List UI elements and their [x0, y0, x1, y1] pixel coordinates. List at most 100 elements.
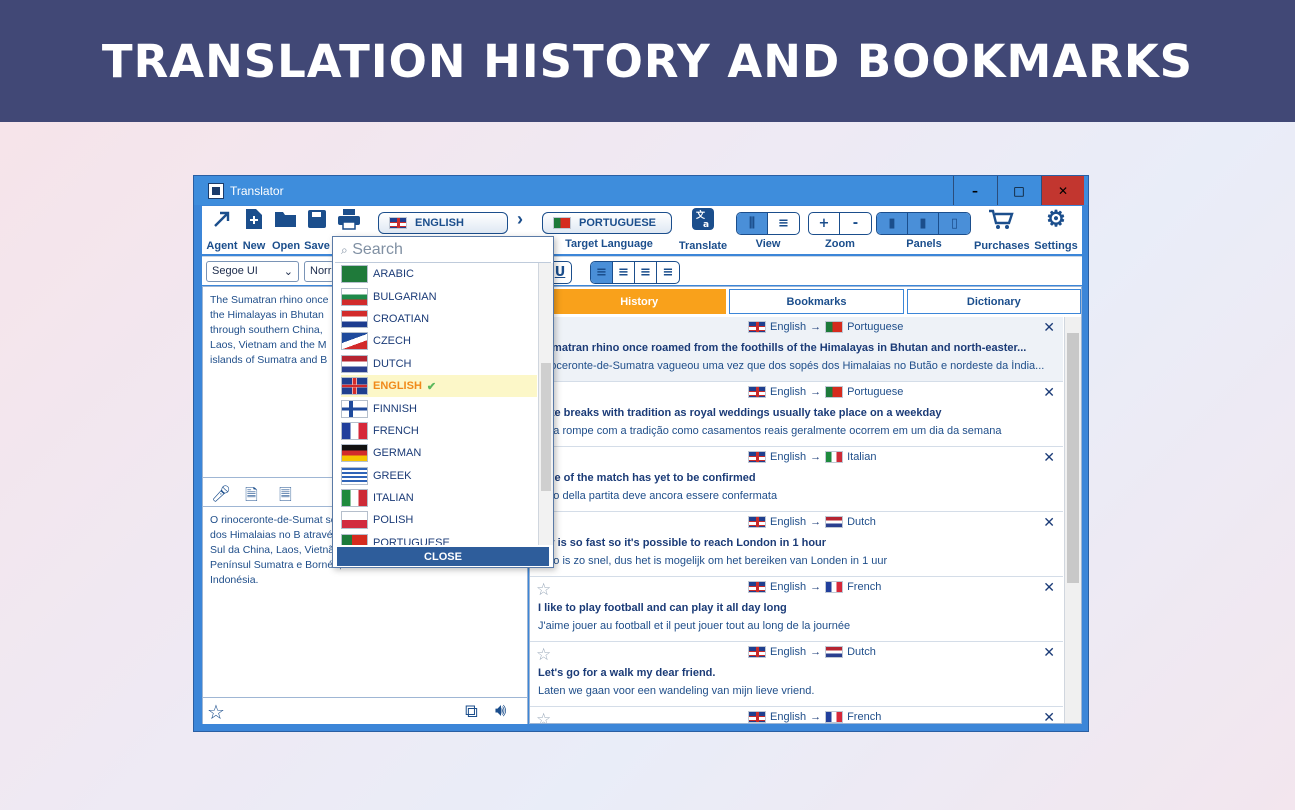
delete-icon[interactable]: ✕ — [1043, 579, 1055, 596]
alignment-group[interactable]: ≡ ≡ ≡ ≡ — [590, 261, 680, 284]
tab-dictionary[interactable]: Dictionary — [906, 289, 1081, 314]
zoom-label: Zoom — [825, 238, 855, 250]
star-icon[interactable]: ☆ — [536, 645, 551, 665]
history-source: I like to play football and can play it … — [538, 602, 787, 614]
source-text[interactable]: The Sumatran rhino once the Himalayas in… — [210, 293, 335, 368]
microphone-icon[interactable]: 🎤︎ — [211, 484, 231, 503]
uk-flag-icon — [748, 711, 766, 723]
panel-top-icon[interactable]: ▮ — [877, 213, 908, 234]
align-center-icon[interactable]: ≡ — [613, 262, 635, 283]
zoom-controls[interactable]: + - — [808, 212, 872, 235]
language-option[interactable]: ARABIC — [341, 263, 537, 285]
to-language: Dutch — [847, 646, 876, 658]
panel-bottom-icon[interactable]: ▮ — [908, 213, 939, 234]
align-justify-icon[interactable]: ≡ — [657, 262, 679, 283]
history-item[interactable]: English → Dutch ✕ car is so fast so it's p… — [530, 512, 1063, 577]
language-option[interactable]: ITALIAN — [341, 487, 537, 509]
delete-icon[interactable]: ✕ — [1043, 319, 1055, 336]
close-dropdown-button[interactable]: CLOSE — [337, 547, 549, 566]
dropdown-scrollbar[interactable] — [538, 263, 553, 545]
language-option[interactable]: BULGARIAN — [341, 285, 537, 307]
from-language: English — [770, 321, 807, 333]
language-option[interactable]: CZECH — [341, 330, 537, 352]
language-search-input[interactable]: ⌕ Search — [335, 239, 551, 263]
panels-toggle[interactable]: ▮ ▮ ▯ — [876, 212, 971, 235]
history-target: J'aime jouer au football et il peut joue… — [538, 620, 851, 632]
history-item[interactable]: English → Portuguese ✕ date breaks with tr… — [530, 382, 1063, 447]
close-window-button[interactable]: ✕ — [1041, 176, 1084, 205]
document-icon[interactable]: 🗎 — [245, 484, 258, 511]
history-item[interactable]: ☆ English → Dutch ✕ Let's go for a walk my… — [530, 642, 1063, 707]
swap-arrow-icon[interactable]: › — [512, 206, 528, 232]
document-lines-icon[interactable]: 🗏 — [279, 484, 292, 511]
star-icon[interactable]: ☆ — [536, 710, 551, 723]
history-item[interactable]: ☆ English → French ✕ I like to play footba… — [530, 577, 1063, 642]
chevron-down-icon: ⌄ — [283, 266, 293, 278]
open-button[interactable]: Open — [270, 206, 302, 252]
speaker-icon[interactable]: 🔊︎ — [495, 700, 506, 721]
font-value: Segoe UI — [212, 265, 258, 277]
minimize-button[interactable]: – — [953, 176, 996, 205]
align-left-icon[interactable]: ≡ — [591, 262, 613, 283]
history-item[interactable]: ☆ English → French ✕ — [530, 707, 1063, 723]
tab-history[interactable]: History — [552, 289, 727, 314]
language-option-selected[interactable]: ENGLISH ✔ — [341, 374, 537, 398]
panels-label: Panels — [906, 238, 942, 250]
rows-view-icon[interactable]: ≡ — [768, 213, 799, 234]
columns-view-icon[interactable]: ⫼ — [737, 213, 768, 234]
portugal-flag-icon — [553, 217, 571, 229]
view-toggle[interactable]: ⫼ ≡ — [736, 212, 800, 235]
history-item[interactable]: English → Italian ✕ time of the match has … — [530, 447, 1063, 512]
language-pair: English → Dutch — [748, 516, 876, 528]
print-button[interactable] — [334, 206, 364, 232]
panel-side-icon[interactable]: ▯ — [939, 213, 970, 234]
save-button[interactable]: Save — [304, 206, 330, 252]
size-select[interactable]: Norr — [304, 261, 334, 282]
delete-icon[interactable]: ✕ — [1043, 384, 1055, 401]
history-source: car is so fast so it's possible to reach… — [538, 537, 827, 549]
agent-button[interactable]: Agent — [206, 206, 238, 252]
purchases-button[interactable]: Purchases — [974, 206, 1030, 252]
align-right-icon[interactable]: ≡ — [635, 262, 657, 283]
language-option[interactable]: GREEK — [341, 465, 537, 487]
zoom-in-button[interactable]: + — [809, 213, 840, 234]
zoom-out-button[interactable]: - — [840, 213, 871, 234]
history-source: Let's go for a walk my dear friend. — [538, 667, 716, 679]
to-language: French — [847, 711, 882, 723]
language-option[interactable]: PORTUGUESE — [341, 532, 537, 545]
window-title: Translator — [230, 183, 284, 198]
source-language-button[interactable]: ENGLISH — [378, 212, 508, 234]
delete-icon[interactable]: ✕ — [1043, 514, 1055, 531]
settings-button[interactable]: ⚙ Settings — [1032, 206, 1080, 252]
from-language: English — [770, 581, 807, 593]
copy-icon[interactable]: ⧉ — [465, 701, 478, 722]
language-option[interactable]: FRENCH — [341, 420, 537, 442]
maximize-button[interactable]: □ — [997, 176, 1040, 205]
language-option[interactable]: FINNISH — [341, 397, 537, 419]
bookmark-star-icon[interactable]: ☆ — [207, 700, 225, 724]
france-flag-icon — [825, 581, 844, 593]
portugal-flag-icon — [825, 321, 844, 333]
app-icon — [208, 182, 224, 199]
font-select[interactable]: Segoe UI ⌄ — [206, 261, 299, 282]
scrollbar-thumb[interactable] — [1067, 333, 1079, 583]
tab-bookmarks[interactable]: Bookmarks — [729, 289, 904, 314]
history-item[interactable]: English → Portuguese ✕ Sumatran rhino once… — [530, 317, 1063, 382]
language-option[interactable]: DUTCH — [341, 353, 537, 375]
from-language: English — [770, 451, 807, 463]
delete-icon[interactable]: ✕ — [1043, 709, 1055, 723]
language-option[interactable]: CROATIAN — [341, 308, 537, 330]
delete-icon[interactable]: ✕ — [1043, 644, 1055, 661]
history-scrollbar[interactable] — [1064, 317, 1081, 723]
scrollbar-thumb[interactable] — [541, 363, 551, 491]
language-option[interactable]: POLISH — [341, 509, 537, 531]
star-icon[interactable]: ☆ — [536, 580, 551, 600]
gear-icon: ⚙ — [1046, 206, 1066, 231]
translate-button[interactable]: 文 a Translate — [676, 206, 730, 252]
panel-tabs: History Bookmarks Dictionary — [530, 287, 1081, 316]
language-option[interactable]: GERMAN — [341, 442, 537, 464]
delete-icon[interactable]: ✕ — [1043, 449, 1055, 466]
target-language-button[interactable]: PORTUGUESE — [542, 212, 672, 234]
new-button[interactable]: New — [240, 206, 268, 252]
save-label: Save — [304, 240, 330, 252]
